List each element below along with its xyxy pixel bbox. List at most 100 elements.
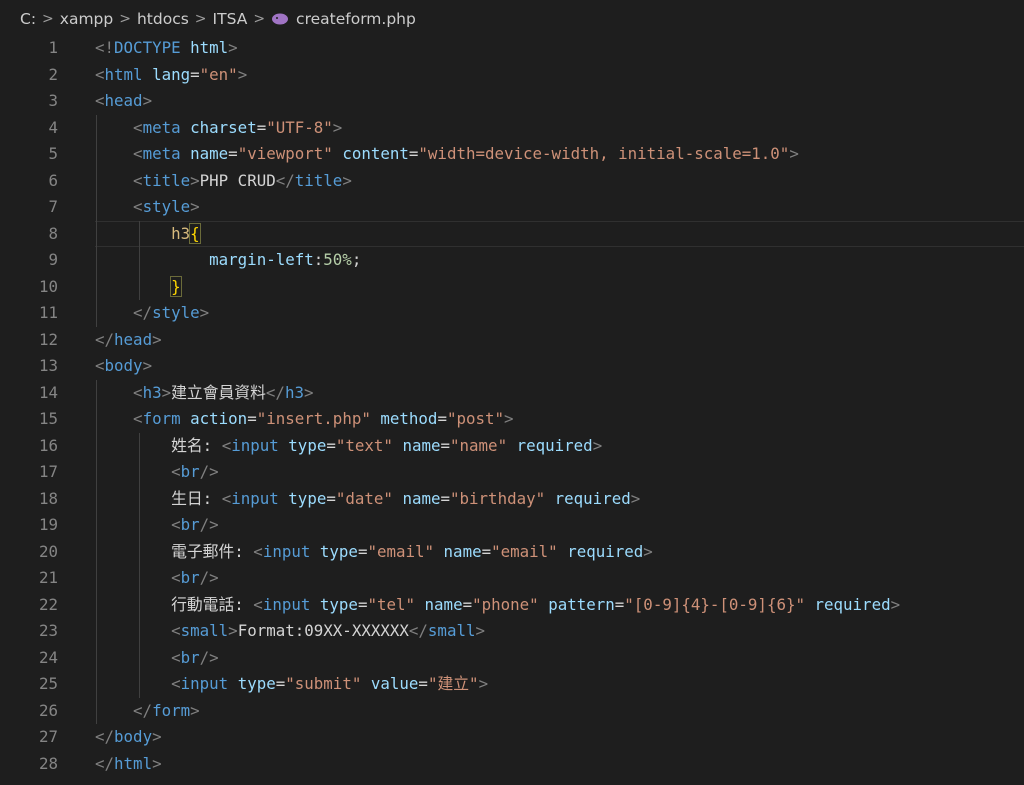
code-token: = xyxy=(326,435,336,455)
line-number[interactable]: 21 xyxy=(0,565,58,592)
line-number[interactable]: 8 xyxy=(0,221,58,248)
code-token: body xyxy=(114,727,153,746)
line-number[interactable]: 10 xyxy=(0,274,58,301)
code-line[interactable]: 13 <body> xyxy=(0,353,1024,380)
code-line[interactable]: 7 <style> xyxy=(0,194,1024,221)
code-token: body xyxy=(104,356,143,375)
code-line[interactable]: 6 <title>PHP CRUD</title> xyxy=(0,168,1024,195)
code-token: = xyxy=(408,144,419,163)
code-text: <body> xyxy=(95,353,152,380)
line-number[interactable]: 23 xyxy=(0,618,58,645)
code-token: 電子郵件: xyxy=(95,541,254,561)
line-number[interactable]: 1 xyxy=(0,35,58,62)
breadcrumb-separator: > xyxy=(42,11,54,27)
code-line[interactable]: 19 <br/> xyxy=(0,512,1024,539)
line-number[interactable]: 24 xyxy=(0,645,58,672)
breadcrumb-item-drive[interactable]: C: xyxy=(20,10,36,28)
line-number[interactable]: 27 xyxy=(0,724,58,751)
code-line[interactable]: 26 </form> xyxy=(0,698,1024,725)
code-line[interactable]: 18 生日: <input type="date" name="birthday… xyxy=(0,486,1024,513)
breadcrumb-item-xampp[interactable]: xampp xyxy=(60,10,113,28)
code-line[interactable]: 23 <small>Format:09XX-XXXXXX</small> xyxy=(0,618,1024,645)
breadcrumb-item-htdocs[interactable]: htdocs xyxy=(137,10,189,28)
line-number[interactable]: 12 xyxy=(0,327,58,354)
code-token: "en" xyxy=(199,64,238,84)
code-line[interactable]: 12 </head> xyxy=(0,327,1024,354)
code-token: type xyxy=(288,488,327,508)
code-token: > xyxy=(161,382,172,402)
line-number[interactable]: 18 xyxy=(0,486,58,513)
line-number[interactable]: 3 xyxy=(0,88,58,115)
breadcrumb-item-itsa[interactable]: ITSA xyxy=(213,10,248,28)
code-line[interactable]: 3 <head> xyxy=(0,88,1024,115)
code-token: > xyxy=(342,170,352,190)
line-number[interactable]: 11 xyxy=(0,300,58,327)
code-line[interactable]: 9 margin-left:50%; xyxy=(0,247,1024,274)
code-line[interactable]: 1 <!DOCTYPE html> xyxy=(0,35,1024,62)
code-line[interactable]: 17 <br/> xyxy=(0,459,1024,486)
code-token: < xyxy=(133,382,143,402)
code-token: < xyxy=(95,64,105,84)
code-text: <!DOCTYPE html> xyxy=(95,35,238,62)
code-token: "建立" xyxy=(427,674,479,693)
code-token: small xyxy=(180,621,229,640)
code-token: < xyxy=(171,647,181,667)
code-line[interactable]: 27 </body> xyxy=(0,724,1024,751)
code-text: <title>PHP CRUD</title> xyxy=(95,168,352,195)
code-token: value xyxy=(370,674,419,693)
code-text: </html> xyxy=(95,751,162,778)
code-line[interactable]: 14 <h3>建立會員資料</h3> xyxy=(0,380,1024,407)
code-line[interactable]: 11 </style> xyxy=(0,300,1024,327)
code-line[interactable]: 21 <br/> xyxy=(0,565,1024,592)
code-line[interactable]: 4 <meta charset="UTF-8"> xyxy=(0,115,1024,142)
code-token: br xyxy=(180,568,200,587)
line-number[interactable]: 25 xyxy=(0,671,58,698)
code-token: /> xyxy=(199,568,219,587)
code-line[interactable]: 22 行動電話: <input type="tel" name="phone" … xyxy=(0,592,1024,619)
code-line[interactable]: 16 姓名: <input type="text" name="name" re… xyxy=(0,433,1024,460)
code-token: = xyxy=(326,488,336,508)
line-number[interactable]: 20 xyxy=(0,539,58,566)
breadcrumb-item-file[interactable]: createform.php xyxy=(296,10,416,28)
line-number[interactable]: 9 xyxy=(0,247,58,274)
line-number[interactable]: 16 xyxy=(0,433,58,460)
line-number[interactable]: 2 xyxy=(0,62,58,89)
line-number[interactable]: 5 xyxy=(0,141,58,168)
code-line[interactable]: 2 <html lang="en"> xyxy=(0,62,1024,89)
code-token: input xyxy=(231,435,279,455)
code-editor[interactable]: 1 <!DOCTYPE html> 2 <html lang="en"> 3 <head>… xyxy=(0,35,1024,785)
code-token: > xyxy=(190,197,200,216)
code-text: <br/> xyxy=(95,512,219,539)
code-line[interactable]: 20 電子郵件: <input type="email" name="email… xyxy=(0,539,1024,566)
code-token: > xyxy=(332,117,343,137)
code-line[interactable]: 24 <br/> xyxy=(0,645,1024,672)
code-line[interactable]: 10 } xyxy=(0,274,1024,301)
line-number[interactable]: 14 xyxy=(0,380,58,407)
code-line[interactable]: 5 <meta name="viewport" content="width=d… xyxy=(0,141,1024,168)
code-line[interactable]: 15 <form action="insert.php" method="pos… xyxy=(0,406,1024,433)
line-number[interactable]: 22 xyxy=(0,592,58,619)
code-token: name xyxy=(190,144,229,163)
code-token: head xyxy=(104,91,143,110)
line-number[interactable]: 19 xyxy=(0,512,58,539)
line-number[interactable]: 17 xyxy=(0,459,58,486)
line-number[interactable]: 13 xyxy=(0,353,58,380)
line-number[interactable]: 6 xyxy=(0,168,58,195)
code-token: > xyxy=(504,409,514,428)
line-number[interactable]: 28 xyxy=(0,751,58,778)
code-token: > xyxy=(190,170,200,190)
line-number[interactable]: 26 xyxy=(0,698,58,725)
code-token: 姓名: xyxy=(95,435,222,455)
code-token: <! xyxy=(95,38,115,57)
code-line[interactable]: 8 h3{ xyxy=(0,220,1024,248)
line-number[interactable]: 15 xyxy=(0,406,58,433)
code-token: style xyxy=(142,197,191,216)
line-number[interactable]: 7 xyxy=(0,194,58,221)
code-line[interactable]: 28 </html> xyxy=(0,751,1024,778)
code-line[interactable]: 25 <input type="submit" value="建立"> xyxy=(0,671,1024,698)
line-number[interactable]: 4 xyxy=(0,115,58,142)
